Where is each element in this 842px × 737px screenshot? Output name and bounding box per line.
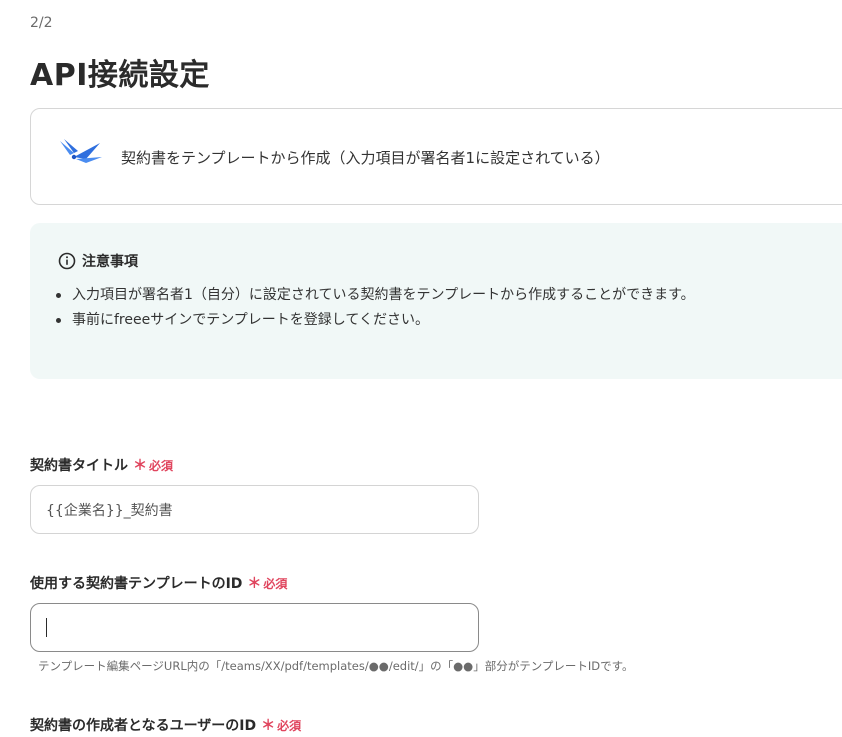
freee-sign-logo-icon [60,139,102,175]
info-icon [58,252,76,270]
notice-box: 注意事項 入力項目が署名者1（自分）に設定されている契約書をテンプレートから作成… [30,223,842,379]
action-label: 契約書をテンプレートから作成（入力項目が署名者1に設定されている） [121,149,610,167]
field-label-text: 使用する契約書テンプレートのID [30,576,243,592]
required-mark: ＊ [247,576,262,592]
creator-user-id-label: 契約書の作成者となるユーザーのID ＊ 必須 [30,715,301,735]
required-mark: ＊ [261,718,276,734]
notice-item: 事前にfreeeサインでテンプレートを登録してください。 [52,308,695,333]
field-label-text: 契約書タイトル [30,458,128,474]
contract-title-value: {{企業名}}_契約書 [46,502,173,519]
template-id-input[interactable] [30,603,479,652]
text-caret [46,618,47,637]
contract-title-label: 契約書タイトル ＊ 必須 [30,455,173,475]
notice-title: 注意事項 [82,254,138,270]
contract-title-input[interactable]: {{企業名}}_契約書 [30,485,479,534]
notice-list: 入力項目が署名者1（自分）に設定されている契約書をテンプレートから作成することが… [52,283,695,333]
required-text: 必須 [149,459,174,473]
required-text: 必須 [277,719,302,733]
field-label-text: 契約書の作成者となるユーザーのID [30,718,257,734]
required-text: 必須 [263,577,288,591]
step-indicator: 2/2 [30,15,53,31]
notice-header: 注意事項 [58,251,138,271]
action-card: 契約書をテンプレートから作成（入力項目が署名者1に設定されている） [30,108,842,205]
notice-item: 入力項目が署名者1（自分）に設定されている契約書をテンプレートから作成することが… [52,283,695,308]
page-title: API接続設定 [30,58,210,93]
template-id-hint: テンプレート編集ページURL内の「/teams/XX/pdf/templates… [38,659,634,673]
template-id-label: 使用する契約書テンプレートのID ＊ 必須 [30,573,287,593]
required-mark: ＊ [133,458,147,474]
